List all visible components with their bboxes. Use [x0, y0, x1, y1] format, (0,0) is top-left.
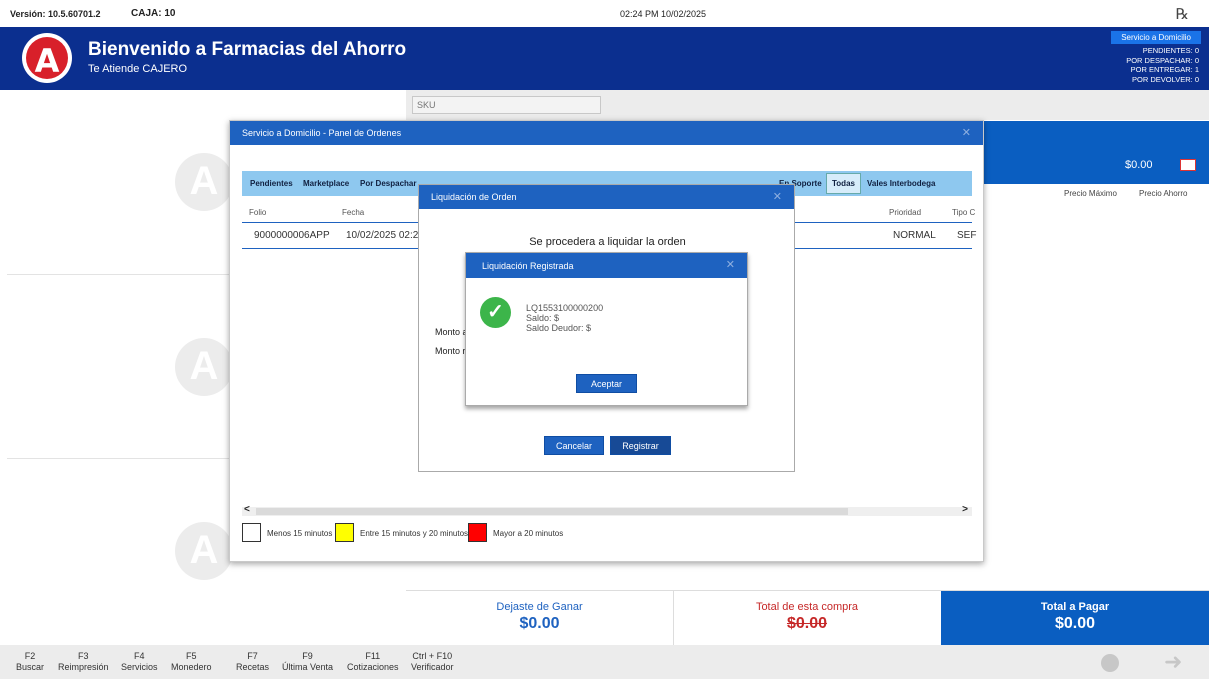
liquidacion-titlebar: Liquidación de Orden ✕ [419, 185, 794, 209]
top-bar: Versión: 10.5.60701.2 CAJA: 10 02:24 PM … [0, 0, 1209, 27]
cashier-label: Te Atiende CAJERO [88, 63, 188, 75]
monto-a-label: Monto a [435, 327, 468, 337]
delivery-status: PENDIENTES: 0 POR DESPACHAR: 0 POR ENTRE… [1126, 46, 1199, 84]
total-a-pagar: Total a Pagar $0.00 [941, 591, 1209, 646]
monto-r-label: Monto r [435, 346, 466, 356]
row-tipo[interactable]: SEF [957, 230, 976, 241]
legend-entre-15-20: Entre 15 minutos y 20 minutos [360, 529, 469, 538]
orders-panel-title: Servicio a Domicilio - Panel de Ordenes [242, 128, 402, 138]
fkey-recetas[interactable]: F7 Recetas [236, 651, 269, 673]
card-icon[interactable] [1180, 159, 1196, 171]
orders-panel-titlebar: Servicio a Domicilio - Panel de Ordenes … [230, 121, 983, 145]
col-tipo: Tipo C [952, 208, 976, 217]
tab-vales-interbodega[interactable]: Vales Interbodega [867, 179, 935, 188]
fkey-verificador[interactable]: Ctrl + F10 Verificador [411, 651, 454, 673]
saldo-deudor-label: Saldo Deudor: $ [526, 323, 592, 333]
legend-white-swatch [242, 523, 261, 542]
welcome-title: Bienvenido a Farmacias del Ahorro [88, 39, 407, 60]
col-fecha: Fecha [342, 208, 365, 217]
price-amount: $0.00 [1125, 159, 1153, 171]
fkey-reimpresion[interactable]: F3 Reimpresión [58, 651, 109, 673]
cancel-button[interactable]: Cancelar [544, 436, 604, 455]
watermark-logo: A [175, 153, 233, 211]
fkey-cotizaciones[interactable]: F11 Cotizaciones [347, 651, 399, 673]
tab-pendientes[interactable]: Pendientes [250, 179, 293, 188]
close-icon[interactable]: ✕ [726, 258, 735, 271]
tab-marketplace[interactable]: Marketplace [303, 179, 349, 188]
check-icon: ✓ [480, 297, 511, 328]
dejaste-de-ganar: Dejaste de Ganar $0.00 [496, 601, 583, 632]
col-prioridad: Prioridad [889, 208, 922, 217]
watermark-logo: A [175, 338, 233, 396]
registrada-title: Liquidación Registrada [482, 261, 574, 271]
liquidacion-folio: LQ1553100000200 [526, 303, 604, 313]
version-label: Versión: 10.5.60701.2 [10, 9, 101, 19]
legend-menos-15: Menos 15 minutos [267, 529, 333, 538]
col-precio-maximo: Precio Máximo [1064, 189, 1117, 198]
fkey-buscar[interactable]: F2 Buscar [16, 651, 44, 673]
col-precio-ahorro: Precio Ahorro [1139, 189, 1188, 198]
scroll-left-icon[interactable]: < [244, 504, 250, 515]
horizontal-scrollbar[interactable]: < > [242, 504, 972, 516]
caja-label: CAJA: 10 [131, 8, 176, 19]
legend-yellow-swatch [335, 523, 354, 542]
register-button[interactable]: Registrar [610, 436, 671, 455]
fkey-ultima-venta[interactable]: F9 Última Venta [282, 651, 333, 673]
col-folio: Folio [249, 208, 267, 217]
registrada-info: LQ1553100000200 Saldo: $ Saldo Deudor: $ [526, 303, 603, 333]
status-pendientes: PENDIENTES: 0 [1142, 46, 1199, 55]
brand-logo: A [22, 33, 72, 83]
fkey-monedero[interactable]: F5 Monedero [171, 651, 212, 673]
scroll-right-icon[interactable]: > [962, 504, 968, 515]
status-por-despachar: POR DESPACHAR: 0 [1126, 55, 1199, 65]
row-prioridad[interactable]: NORMAL [893, 230, 936, 241]
totals-bar: Dejaste de Ganar $0.00 Total de esta com… [406, 590, 1209, 646]
datetime-label: 02:24 PM 10/02/2025 [620, 9, 707, 19]
clock-icon[interactable] [1101, 654, 1119, 672]
arrow-right-icon[interactable]: ➜ [1164, 649, 1182, 675]
rx-icon[interactable]: ℞ [1176, 5, 1189, 23]
status-por-devolver: POR DEVOLVER: 0 [1132, 74, 1199, 84]
liquidacion-title: Liquidación de Orden [431, 192, 517, 202]
status-por-entregar: POR ENTREGAR: 1 [1130, 65, 1199, 74]
liquidacion-registrada-dialog: Liquidación Registrada ✕ ✓ LQ15531000002… [465, 252, 748, 406]
watermark-logo: A [175, 522, 233, 580]
legend-mayor-20: Mayor a 20 minutos [493, 529, 564, 538]
row-fecha[interactable]: 10/02/2025 02:2 [346, 230, 418, 241]
close-icon[interactable]: ✕ [962, 126, 971, 139]
tab-todas[interactable]: Todas [826, 173, 861, 194]
close-icon[interactable]: ✕ [773, 190, 782, 203]
legend-red-swatch [468, 523, 487, 542]
function-key-bar: F2 Buscar F3 Reimpresión F4 Servicios F5 Mon… [0, 645, 1209, 679]
total-compra: Total de esta compra $0.00 [755, 601, 859, 632]
sku-input[interactable] [412, 96, 601, 114]
registrada-titlebar: Liquidación Registrada ✕ [466, 253, 747, 278]
tab-por-despachar[interactable]: Por Despachar [360, 179, 416, 188]
app-header: A Bienvenido a Farmacias del Ahorro Te A… [0, 27, 1209, 90]
row-folio[interactable]: 9000000006APP [254, 230, 330, 241]
price-summary-bar: $0.00 [984, 121, 1209, 184]
saldo-label: Saldo: $ [526, 313, 560, 323]
accept-button[interactable]: Aceptar [576, 374, 637, 393]
fkey-servicios[interactable]: F4 Servicios [121, 651, 158, 673]
service-delivery-button[interactable]: Servicio a Domicilio [1111, 31, 1201, 44]
liquidacion-message: Se procedera a liquidar la orden [529, 236, 686, 248]
